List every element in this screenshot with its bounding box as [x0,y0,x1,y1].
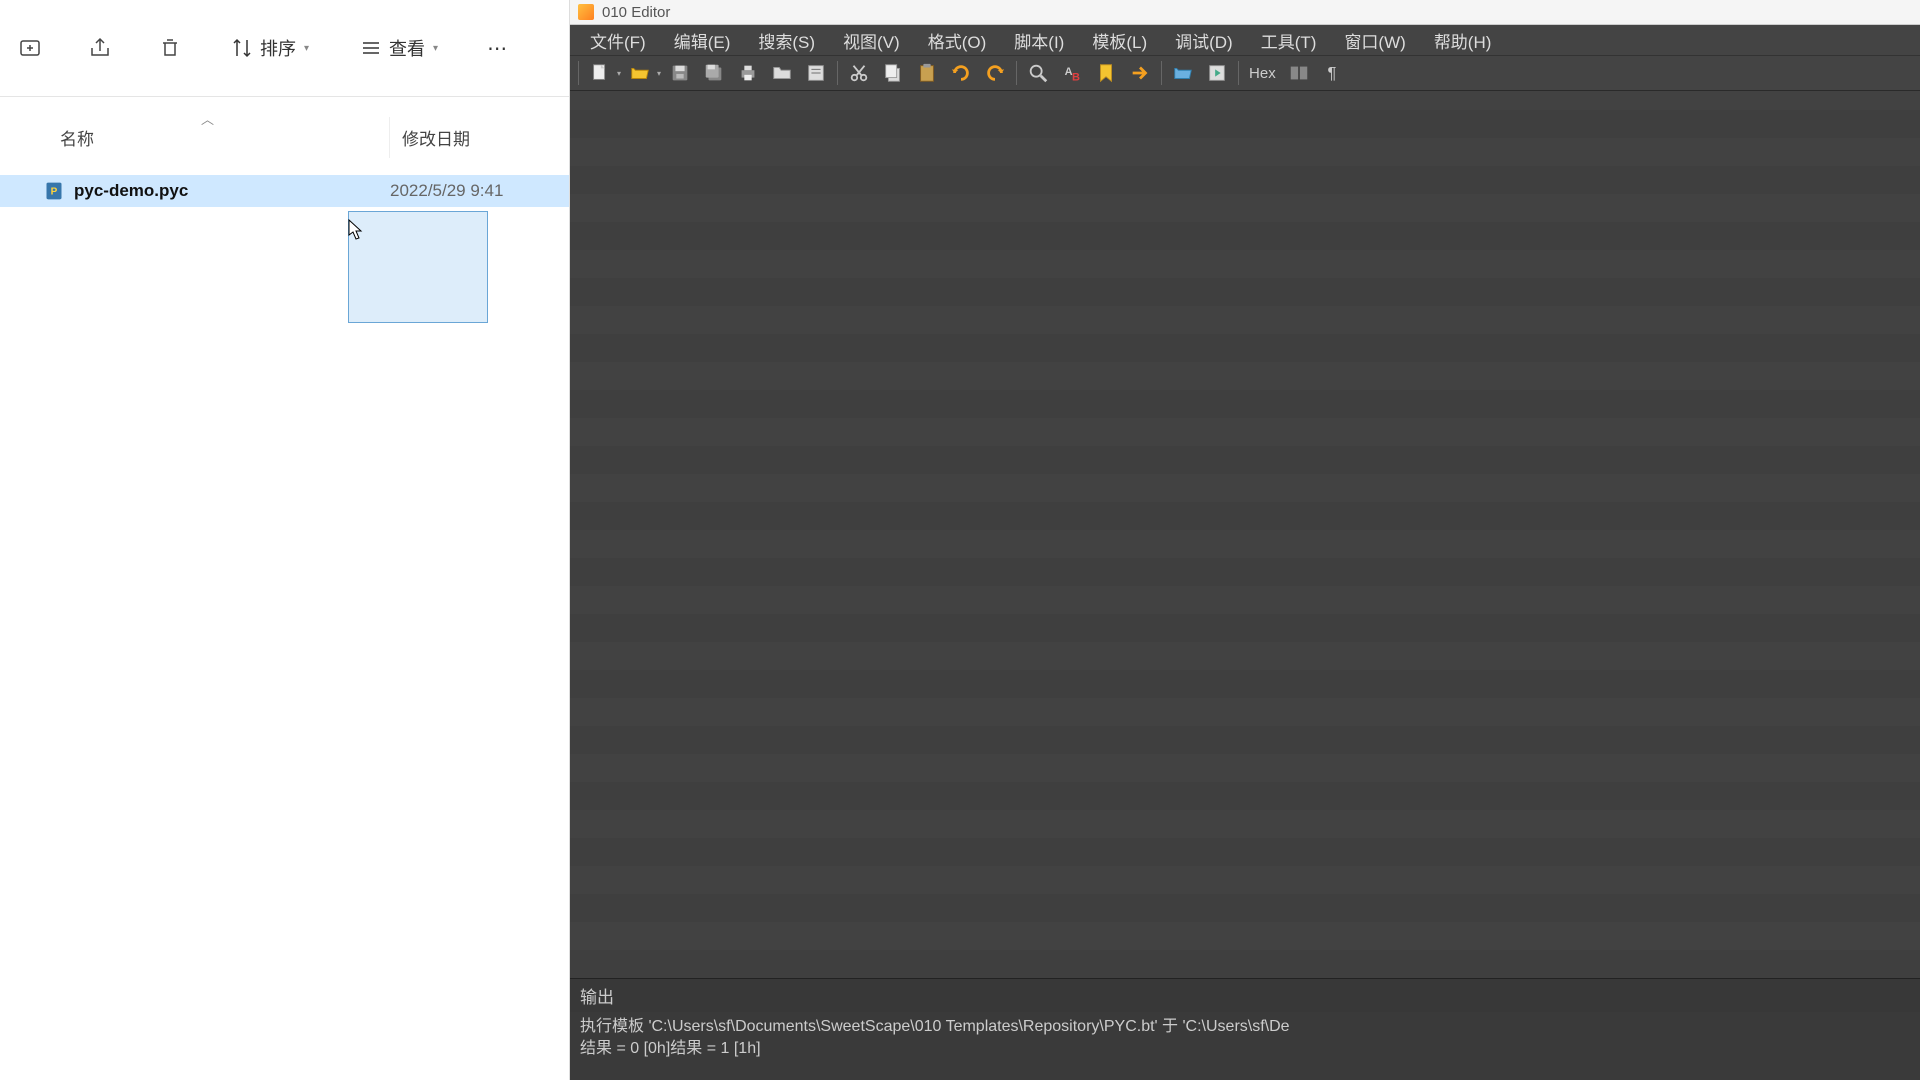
output-body[interactable]: 执行模板 'C:\Users\sf\Documents\SweetScape\0… [570,1012,1920,1080]
sort-button[interactable]: 排序 ▾ [220,29,319,67]
sort-chevron-icon: ︿ [201,109,214,128]
goto-icon[interactable] [1125,59,1155,87]
menu-help[interactable]: 帮助(H) [1420,24,1506,57]
hex-mode-label[interactable]: Hex [1245,65,1280,82]
properties-icon[interactable] [801,59,831,87]
editor-content-area[interactable] [570,91,1920,978]
replace-icon[interactable]: AB [1057,59,1087,87]
menu-search[interactable]: 搜索(S) [744,24,829,57]
chevron-down-icon[interactable]: ▾ [617,69,621,78]
menu-file[interactable]: 文件(F) [576,24,660,57]
open-file-icon[interactable] [625,59,655,87]
output-title[interactable]: 输出 [570,979,1920,1012]
cut-icon[interactable] [844,59,874,87]
share-icon[interactable] [80,28,120,68]
view-button[interactable]: 查看 ▾ [349,29,448,67]
menu-edit[interactable]: 编辑(E) [660,24,745,57]
template-run-icon[interactable] [1202,59,1232,87]
menu-window[interactable]: 窗口(W) [1330,24,1419,57]
menu-view[interactable]: 视图(V) [829,24,914,57]
svg-text:B: B [1072,71,1080,83]
file-name: pyc-demo.pyc [74,181,390,201]
chevron-down-icon: ▾ [433,43,438,54]
undo-icon[interactable] [946,59,976,87]
template-open-icon[interactable] [1168,59,1198,87]
menu-script[interactable]: 脚本(I) [1000,24,1078,57]
file-row[interactable]: P pyc-demo.pyc 2022/5/29 9:41 [0,175,569,207]
column-date-header[interactable]: 修改日期 [390,117,470,158]
save-icon[interactable] [665,59,695,87]
toggle-panels-icon[interactable] [1284,59,1314,87]
file-list[interactable]: P pyc-demo.pyc 2022/5/29 9:41 [0,169,569,1080]
new-tab-icon[interactable] [10,28,50,68]
column-date-label: 修改日期 [402,130,470,149]
save-all-icon[interactable] [699,59,729,87]
menu-format[interactable]: 格式(O) [914,24,1001,57]
app-logo-icon [578,4,594,20]
open-folder-icon[interactable] [767,59,797,87]
menu-tools[interactable]: 工具(T) [1247,24,1331,57]
more-button[interactable]: ⋯ [478,28,518,68]
sort-label: 排序 [260,35,296,61]
copy-icon[interactable] [878,59,908,87]
view-label: 查看 [389,35,425,61]
svg-text:P: P [51,186,58,197]
python-file-icon: P [44,181,64,201]
redo-icon[interactable] [980,59,1010,87]
file-explorer: 排序 ▾ 查看 ▾ ⋯ ︿ 名称 修改日期 P pyc-demo.pyc 202… [0,0,570,1080]
find-icon[interactable] [1023,59,1053,87]
menu-template[interactable]: 模板(L) [1078,24,1161,57]
output-line1: 执行模板 'C:\Users\sf\Documents\SweetScape\0… [580,1018,1290,1035]
editor-titlebar[interactable]: 010 Editor [570,0,1920,25]
svg-text:¶: ¶ [1327,65,1336,83]
selection-rectangle [348,211,488,323]
cursor-icon [348,219,364,241]
paste-icon[interactable] [912,59,942,87]
print-icon[interactable] [733,59,763,87]
column-name-header[interactable]: ︿ 名称 [0,117,390,158]
menubar: 文件(F) 编辑(E) 搜索(S) 视图(V) 格式(O) 脚本(I) 模板(L… [570,25,1920,55]
chevron-down-icon: ▾ [304,43,309,54]
column-name-label: 名称 [60,130,94,149]
new-file-icon[interactable] [585,59,615,87]
delete-icon[interactable] [150,28,190,68]
app-title: 010 Editor [602,4,670,21]
output-line2: 结果 = 0 [0h]结果 = 1 [1h] [580,1040,761,1057]
editor-window: 010 Editor 文件(F) 编辑(E) 搜索(S) 视图(V) 格式(O)… [570,0,1920,1080]
explorer-toolbar: 排序 ▾ 查看 ▾ ⋯ [0,0,569,97]
output-panel: 输出 执行模板 'C:\Users\sf\Documents\SweetScap… [570,978,1920,1080]
bookmark-icon[interactable] [1091,59,1121,87]
chevron-down-icon[interactable]: ▾ [657,69,661,78]
editor-toolbar: ▾ ▾ AB Hex ¶ [570,55,1920,91]
column-headers: ︿ 名称 修改日期 [0,97,569,169]
show-whitespace-icon[interactable]: ¶ [1318,59,1348,87]
file-date: 2022/5/29 9:41 [390,181,503,201]
menu-debug[interactable]: 调试(D) [1161,24,1247,57]
